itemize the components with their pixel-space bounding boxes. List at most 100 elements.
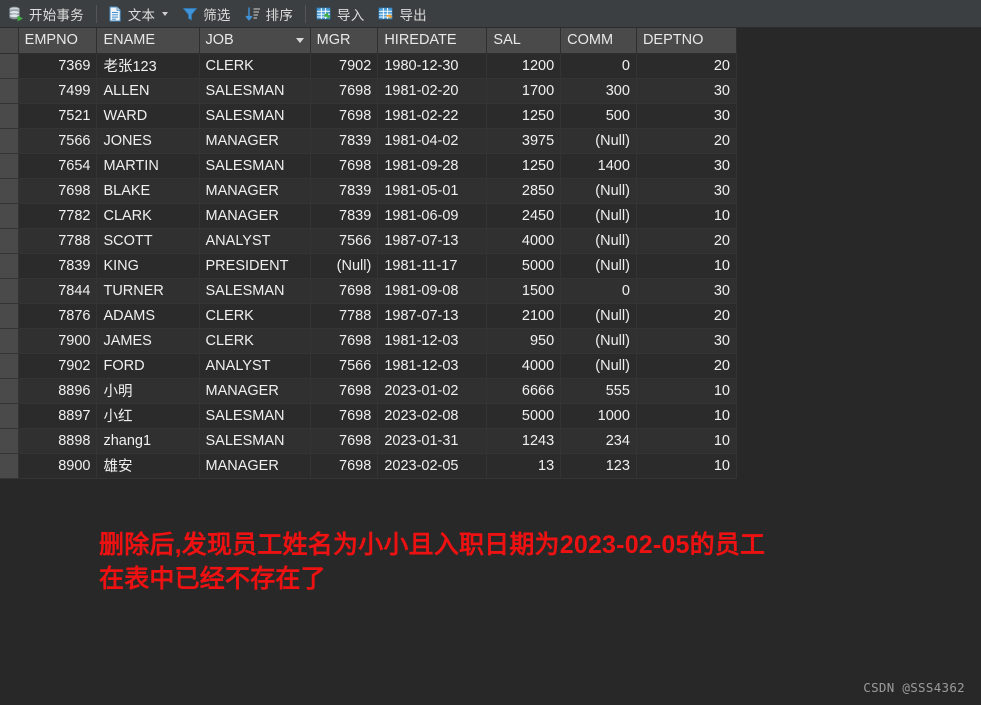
cell-deptno[interactable]: 10: [636, 378, 738, 404]
export-button[interactable]: 导出: [372, 2, 434, 26]
cell-sal[interactable]: 2450: [486, 203, 562, 229]
table-row[interactable]: 7566 JONES MANAGER 7839 1981-04-02 3975 (Null)…: [0, 128, 738, 154]
cell-job[interactable]: SALESMAN: [199, 278, 311, 304]
cell-deptno[interactable]: 30: [636, 103, 738, 129]
cell-mgr[interactable]: 7698: [310, 278, 379, 304]
cell-hiredate[interactable]: 1981-12-03: [377, 328, 488, 354]
table-row[interactable]: 7654 MARTIN SALESMAN 7698 1981-09-28 1250 1400…: [0, 153, 738, 179]
cell-comm[interactable]: 0: [560, 278, 637, 304]
row-gutter-cell[interactable]: [0, 203, 19, 229]
cell-hiredate[interactable]: 1981-09-28: [377, 153, 488, 179]
row-gutter-cell[interactable]: [0, 353, 19, 379]
cell-sal[interactable]: 1700: [486, 78, 562, 104]
column-header-comm[interactable]: COMM: [560, 28, 637, 54]
cell-empno[interactable]: 7900: [18, 328, 98, 354]
cell-ename[interactable]: TURNER: [96, 278, 200, 304]
cell-mgr[interactable]: 7698: [310, 103, 379, 129]
cell-hiredate[interactable]: 1981-05-01: [377, 178, 488, 204]
cell-job[interactable]: CLERK: [199, 53, 311, 79]
cell-deptno[interactable]: 20: [636, 353, 738, 379]
cell-comm[interactable]: (Null): [560, 353, 637, 379]
cell-empno[interactable]: 7698: [18, 178, 98, 204]
cell-comm[interactable]: (Null): [560, 178, 637, 204]
cell-job[interactable]: CLERK: [199, 328, 311, 354]
cell-mgr[interactable]: 7698: [310, 153, 379, 179]
cell-deptno[interactable]: 20: [636, 303, 738, 329]
cell-ename[interactable]: FORD: [96, 353, 200, 379]
column-header-job[interactable]: JOB: [199, 28, 311, 54]
chevron-down-icon[interactable]: [162, 11, 169, 16]
cell-empno[interactable]: 7788: [18, 228, 98, 254]
cell-empno[interactable]: 7876: [18, 303, 98, 329]
cell-deptno[interactable]: 30: [636, 153, 738, 179]
row-gutter-cell[interactable]: [0, 328, 19, 354]
cell-hiredate[interactable]: 1981-12-03: [377, 353, 488, 379]
filter-button[interactable]: 筛选: [176, 2, 238, 26]
cell-comm[interactable]: 555: [560, 378, 637, 404]
table-row[interactable]: 7788 SCOTT ANALYST 7566 1987-07-13 4000 (Null)…: [0, 228, 738, 254]
cell-comm[interactable]: 500: [560, 103, 637, 129]
cell-deptno[interactable]: 30: [636, 278, 738, 304]
column-header-mgr[interactable]: MGR: [310, 28, 379, 54]
row-gutter-cell[interactable]: [0, 378, 19, 404]
table-row[interactable]: 8900 雄安 MANAGER 7698 2023-02-05 13 123 10: [0, 453, 738, 479]
column-header-hiredate[interactable]: HIREDATE: [377, 28, 488, 54]
cell-empno[interactable]: 7566: [18, 128, 98, 154]
cell-ename[interactable]: zhang1: [96, 428, 200, 454]
data-grid[interactable]: EMPNO ENAME JOB MGR HIREDATE SAL COMM DEPTNO 73…: [0, 28, 738, 479]
cell-empno[interactable]: 8896: [18, 378, 98, 404]
table-row[interactable]: 7902 FORD ANALYST 7566 1981-12-03 4000 (Null) 2…: [0, 353, 738, 379]
cell-ename[interactable]: 小明: [96, 378, 200, 404]
cell-empno[interactable]: 8900: [18, 453, 98, 479]
cell-deptno[interactable]: 10: [636, 203, 738, 229]
cell-hiredate[interactable]: 1981-11-17: [377, 253, 488, 279]
row-gutter-cell[interactable]: [0, 428, 19, 454]
cell-ename[interactable]: CLARK: [96, 203, 200, 229]
cell-hiredate[interactable]: 1987-07-13: [377, 303, 488, 329]
cell-comm[interactable]: (Null): [560, 253, 637, 279]
cell-ename[interactable]: 雄安: [96, 453, 200, 479]
row-gutter-cell[interactable]: [0, 103, 19, 129]
cell-mgr[interactable]: 7698: [310, 428, 379, 454]
cell-hiredate[interactable]: 1980-12-30: [377, 53, 488, 79]
cell-deptno[interactable]: 10: [636, 253, 738, 279]
cell-mgr[interactable]: 7698: [310, 78, 379, 104]
table-row[interactable]: 8896 小明 MANAGER 7698 2023-01-02 6666 555 10: [0, 378, 738, 404]
cell-sal[interactable]: 2850: [486, 178, 562, 204]
cell-comm[interactable]: 234: [560, 428, 637, 454]
table-row[interactable]: 7876 ADAMS CLERK 7788 1987-07-13 2100 (Null) 20: [0, 303, 738, 329]
cell-hiredate[interactable]: 1981-04-02: [377, 128, 488, 154]
cell-sal[interactable]: 1250: [486, 153, 562, 179]
cell-comm[interactable]: 1000: [560, 403, 637, 429]
cell-job[interactable]: SALESMAN: [199, 103, 311, 129]
table-row[interactable]: 8898 zhang1 SALESMAN 7698 2023-01-31 1243 234 1…: [0, 428, 738, 454]
cell-ename[interactable]: SCOTT: [96, 228, 200, 254]
text-button[interactable]: 文本: [101, 2, 176, 26]
cell-mgr[interactable]: 7698: [310, 328, 379, 354]
cell-hiredate[interactable]: 2023-02-05: [377, 453, 488, 479]
cell-mgr[interactable]: 7902: [310, 53, 379, 79]
cell-comm[interactable]: (Null): [560, 228, 637, 254]
cell-sal[interactable]: 1500: [486, 278, 562, 304]
cell-job[interactable]: MANAGER: [199, 178, 311, 204]
row-gutter-cell[interactable]: [0, 153, 19, 179]
cell-empno[interactable]: 7782: [18, 203, 98, 229]
table-row[interactable]: 7900 JAMES CLERK 7698 1981-12-03 950 (Null) 30: [0, 328, 738, 354]
cell-mgr[interactable]: 7566: [310, 353, 379, 379]
cell-job[interactable]: ANALYST: [199, 228, 311, 254]
import-button[interactable]: 导入: [310, 2, 372, 26]
cell-empno[interactable]: 7521: [18, 103, 98, 129]
cell-job[interactable]: CLERK: [199, 303, 311, 329]
cell-mgr[interactable]: 7698: [310, 453, 379, 479]
cell-empno[interactable]: 7902: [18, 353, 98, 379]
cell-ename[interactable]: 老张123: [96, 53, 200, 79]
cell-empno[interactable]: 8897: [18, 403, 98, 429]
table-row[interactable]: 7839 KING PRESIDENT (Null) 1981-11-17 5000 (Nu…: [0, 253, 738, 279]
table-row[interactable]: 7844 TURNER SALESMAN 7698 1981-09-08 1500 0 30: [0, 278, 738, 304]
cell-sal[interactable]: 950: [486, 328, 562, 354]
cell-deptno[interactable]: 20: [636, 128, 738, 154]
cell-hiredate[interactable]: 2023-01-31: [377, 428, 488, 454]
cell-sal[interactable]: 1250: [486, 103, 562, 129]
cell-job[interactable]: MANAGER: [199, 453, 311, 479]
cell-deptno[interactable]: 30: [636, 178, 738, 204]
